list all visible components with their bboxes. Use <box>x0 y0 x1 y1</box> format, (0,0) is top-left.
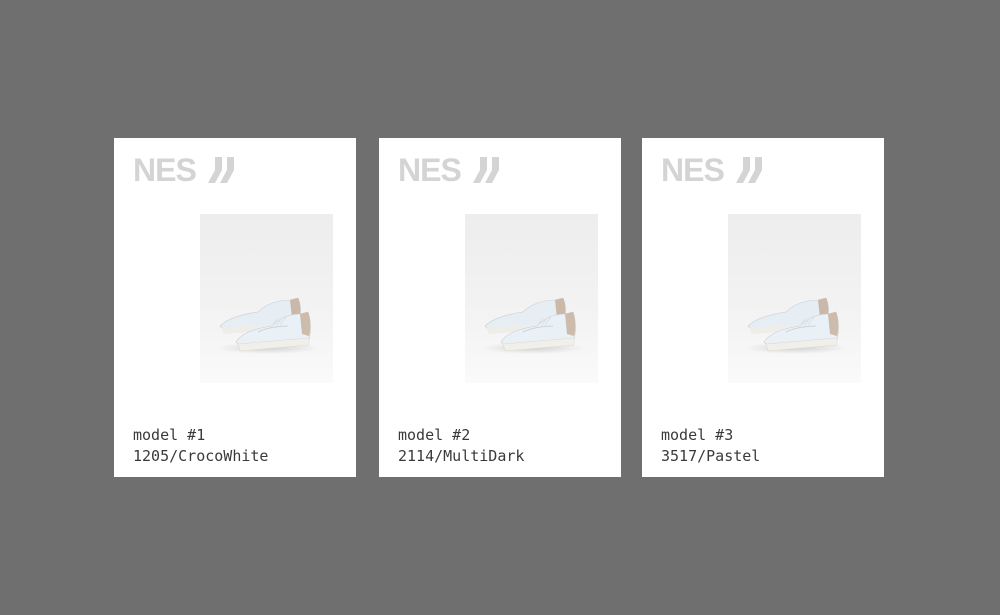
model-label: model #3 <box>661 426 734 444</box>
sneakers-photo <box>465 214 598 383</box>
brand-logo: NES <box>133 152 236 188</box>
variant-label: 3517/Pastel <box>661 447 761 465</box>
model-label: model #2 <box>398 426 471 444</box>
double-slash-logo-icon <box>207 157 234 183</box>
brand-name: NES <box>398 152 462 188</box>
brand-logo: NES <box>661 152 764 188</box>
product-card-3: NES model #3 3517/Pastel <box>642 138 884 477</box>
product-caption: model #2 2114/MultiDark <box>398 425 524 467</box>
product-caption: model #3 3517/Pastel <box>661 425 760 467</box>
model-label: model #1 <box>133 426 206 444</box>
brand-logo: NES <box>398 152 501 188</box>
variant-label: 1205/CrocoWhite <box>133 447 269 465</box>
sneakers-photo <box>728 214 861 383</box>
product-caption: model #1 1205/CrocoWhite <box>133 425 268 467</box>
product-card-1: NES model #1 1205/CrocoWhite <box>114 138 356 477</box>
brand-name: NES <box>661 152 725 188</box>
double-slash-logo-icon <box>735 157 762 183</box>
sneakers-photo <box>200 214 333 383</box>
variant-label: 2114/MultiDark <box>398 447 525 465</box>
double-slash-logo-icon <box>472 157 499 183</box>
brand-name: NES <box>133 152 197 188</box>
product-card-2: NES model #2 2114/MultiDark <box>379 138 621 477</box>
